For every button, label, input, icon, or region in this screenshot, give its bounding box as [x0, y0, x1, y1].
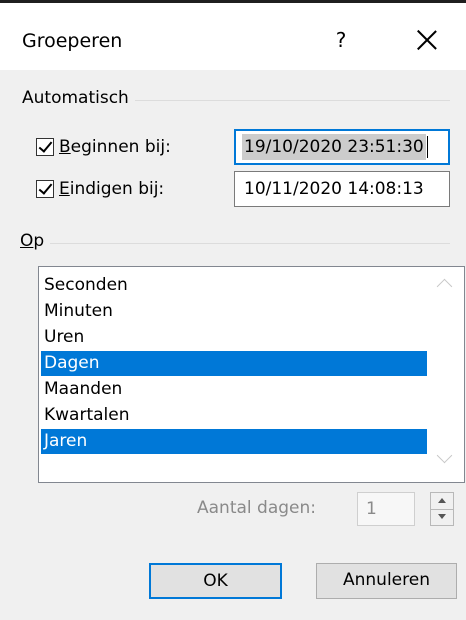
triangle-up-icon — [438, 498, 446, 503]
automatic-group-label: Automatisch — [22, 88, 135, 108]
list-item-minuten[interactable]: Minuten — [41, 299, 427, 324]
number-of-days-input[interactable]: 1 — [357, 492, 415, 526]
text-caret — [426, 136, 428, 158]
triangle-down-icon — [438, 514, 446, 519]
scroll-up-icon[interactable] — [436, 278, 453, 295]
list-item-seconden[interactable]: Seconden — [41, 273, 427, 298]
list-item-kwartalen[interactable]: Kwartalen — [41, 403, 427, 428]
start-at-label[interactable]: Beginnen bij: — [59, 137, 171, 157]
end-at-label[interactable]: Eindigen bij: — [59, 179, 164, 199]
list-item-jaren[interactable]: Jaren — [41, 429, 427, 454]
number-of-days-spinner[interactable] — [430, 492, 454, 526]
help-button[interactable]: ? — [330, 25, 352, 55]
by-listbox[interactable]: Seconden Minuten Uren Dagen Maanden Kwar… — [38, 266, 465, 483]
ok-button[interactable]: OK — [149, 563, 282, 599]
close-icon[interactable] — [410, 23, 444, 57]
start-at-input[interactable]: 19/10/2020 23:51:30 — [234, 129, 450, 165]
listbox-scrollbar[interactable] — [428, 267, 464, 482]
scroll-down-icon[interactable] — [436, 447, 453, 464]
end-at-input[interactable]: 10/11/2020 14:08:13 — [234, 171, 450, 207]
start-at-checkbox[interactable] — [36, 138, 54, 156]
by-group-label: Op — [20, 231, 51, 251]
start-at-row: Beginnen bij: — [36, 134, 171, 160]
list-item-dagen[interactable]: Dagen — [41, 351, 427, 376]
dialog-title: Groeperen — [22, 30, 123, 52]
start-at-value: 19/10/2020 23:51:30 — [242, 134, 426, 160]
end-at-checkbox[interactable] — [36, 180, 54, 198]
by-group-divider — [30, 243, 450, 244]
spinner-down-button[interactable] — [431, 509, 453, 525]
list-item-uren[interactable]: Uren — [41, 325, 427, 350]
end-at-row: Eindigen bij: — [36, 176, 164, 202]
cancel-button[interactable]: Annuleren — [316, 563, 457, 599]
list-item-maanden[interactable]: Maanden — [41, 377, 427, 402]
title-bar: Groeperen ? — [0, 3, 466, 70]
spinner-up-button[interactable] — [431, 493, 453, 510]
number-of-days-label: Aantal dagen: — [197, 498, 316, 518]
